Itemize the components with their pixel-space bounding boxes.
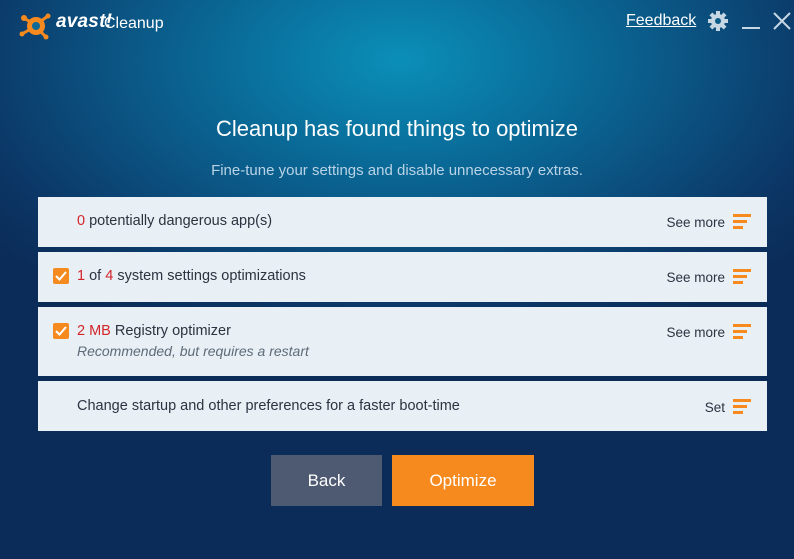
startup-text: Change startup and other preferences for…	[77, 398, 460, 414]
checkbox-checked-icon	[55, 326, 67, 336]
registry-checkbox[interactable]	[53, 323, 69, 339]
dangerous-apps-label: potentially dangerous app(s)	[85, 213, 273, 229]
system-settings-checkbox[interactable]	[53, 268, 69, 284]
system-settings-text: 1 of 4 system settings optimizations	[77, 268, 306, 284]
page-title: Cleanup has found things to optimize	[215, 116, 578, 141]
registry-size: 2 MB	[77, 323, 111, 339]
page-subtitle: Fine-tune your settings and disable unne…	[211, 162, 583, 179]
minimize-icon[interactable]	[740, 10, 762, 32]
app-name: Cleanup	[104, 15, 164, 32]
dangerous-apps-count: 0	[77, 213, 86, 229]
registry-row: 2 MB Registry optimizer Recommended, but…	[38, 307, 767, 376]
dangerous-apps-row: 0 potentially dangerous app(s) See more	[38, 197, 767, 247]
system-settings-row: 1 of 4 system settings optimizations See…	[38, 252, 767, 302]
optimize-button[interactable]: Optimize	[392, 455, 534, 506]
registry-label: Registry optimizer	[110, 323, 231, 339]
feedback-link[interactable]: Feedback	[626, 12, 696, 30]
details-lines-icon[interactable]	[733, 269, 751, 285]
close-icon[interactable]	[771, 10, 793, 32]
back-button[interactable]: Back	[271, 455, 382, 506]
gear-icon[interactable]	[707, 10, 729, 32]
title-bar: avast! Cleanup Feedback	[0, 0, 794, 46]
details-lines-icon[interactable]	[733, 399, 751, 415]
startup-row: Change startup and other preferences for…	[38, 381, 767, 431]
system-settings-of: of	[85, 268, 106, 284]
avast-logo-icon	[19, 13, 51, 40]
see-more-link[interactable]: See more	[666, 215, 725, 230]
system-settings-label: system settings optimizations	[113, 268, 306, 284]
see-more-link[interactable]: See more	[666, 270, 725, 285]
dangerous-apps-text: 0 potentially dangerous app(s)	[77, 213, 272, 229]
set-link[interactable]: Set	[705, 400, 725, 415]
checkbox-checked-icon	[55, 271, 67, 281]
details-lines-icon[interactable]	[733, 214, 751, 230]
registry-note: Recommended, but requires a restart	[77, 343, 309, 359]
see-more-link[interactable]: See more	[666, 325, 725, 340]
registry-text: 2 MB Registry optimizer	[77, 323, 231, 339]
details-lines-icon[interactable]	[733, 324, 751, 340]
system-settings-count: 1	[77, 268, 86, 284]
